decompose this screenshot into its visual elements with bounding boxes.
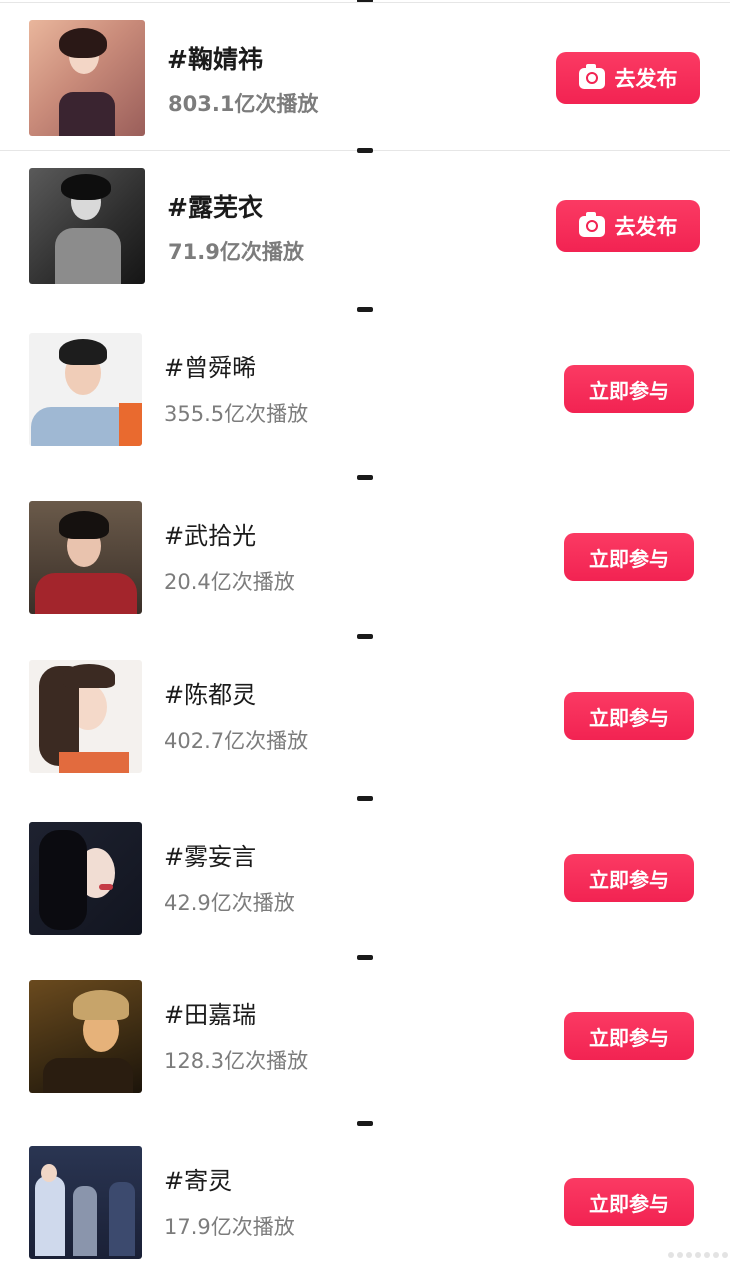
topic-title: #曾舜晞	[164, 354, 257, 382]
topic-views: 803.1亿次播放	[168, 92, 319, 116]
topic-thumbnail	[29, 501, 142, 614]
camera-icon	[578, 211, 605, 237]
topic-views: 20.4亿次播放	[164, 570, 295, 594]
topic-views: 355.5亿次播放	[164, 402, 309, 426]
list-item-topic[interactable]: #陈都灵 402.7亿次播放 立即参与	[0, 647, 730, 797]
separator-dash	[357, 634, 373, 639]
join-button[interactable]: 立即参与	[564, 692, 694, 740]
list-item-topic[interactable]: #寄灵 17.9亿次播放 立即参与	[0, 1133, 730, 1280]
topic-thumbnail	[29, 980, 142, 1093]
separator-dash	[357, 307, 373, 312]
join-button[interactable]: 立即参与	[564, 854, 694, 902]
topic-title: #陈都灵	[164, 681, 257, 709]
join-button[interactable]: 立即参与	[564, 1178, 694, 1226]
topic-thumbnail	[29, 1146, 142, 1259]
separator-dash	[357, 955, 373, 960]
list-item-topic[interactable]: #曾舜晞 355.5亿次播放 立即参与	[0, 320, 730, 470]
topic-title: #露芜衣	[167, 193, 263, 222]
separator-dash	[357, 475, 373, 480]
list-item-topic[interactable]: #田嘉瑞 128.3亿次播放 立即参与	[0, 967, 730, 1117]
join-button[interactable]: 立即参与	[564, 1012, 694, 1060]
topic-thumbnail	[29, 333, 142, 446]
separator-dash	[357, 1121, 373, 1126]
topic-title: #鞠婧祎	[167, 45, 263, 74]
topic-views: 17.9亿次播放	[164, 1215, 295, 1239]
publish-button-label: 去发布	[614, 67, 678, 91]
topic-thumbnail	[29, 822, 142, 935]
topic-views: 402.7亿次播放	[164, 729, 309, 753]
join-button[interactable]: 立即参与	[564, 365, 694, 413]
list-item-topic[interactable]: #雾妄言 42.9亿次播放 立即参与	[0, 809, 730, 959]
topic-title: #寄灵	[164, 1167, 233, 1195]
topic-thumbnail	[29, 20, 145, 136]
list-item-topic[interactable]: #鞠婧祎 803.1亿次播放 去发布	[0, 0, 730, 150]
topic-views: 71.9亿次播放	[168, 240, 304, 264]
list-item-topic[interactable]: #武拾光 20.4亿次播放 立即参与	[0, 488, 730, 638]
join-button[interactable]: 立即参与	[564, 533, 694, 581]
camera-icon	[578, 63, 605, 89]
list-item-topic[interactable]: #露芜衣 71.9亿次播放 去发布	[0, 150, 730, 300]
publish-button[interactable]: 去发布	[556, 52, 700, 104]
publish-button-label: 去发布	[614, 215, 678, 239]
topic-title: #雾妄言	[164, 843, 257, 871]
topic-thumbnail	[29, 168, 145, 284]
topic-title: #武拾光	[164, 522, 257, 550]
topic-thumbnail	[29, 660, 142, 773]
topic-title: #田嘉瑞	[164, 1001, 257, 1029]
separator-dash	[357, 796, 373, 801]
topic-views: 128.3亿次播放	[164, 1049, 309, 1073]
topic-views: 42.9亿次播放	[164, 891, 295, 915]
page-indicator	[668, 1252, 728, 1258]
publish-button[interactable]: 去发布	[556, 200, 700, 252]
